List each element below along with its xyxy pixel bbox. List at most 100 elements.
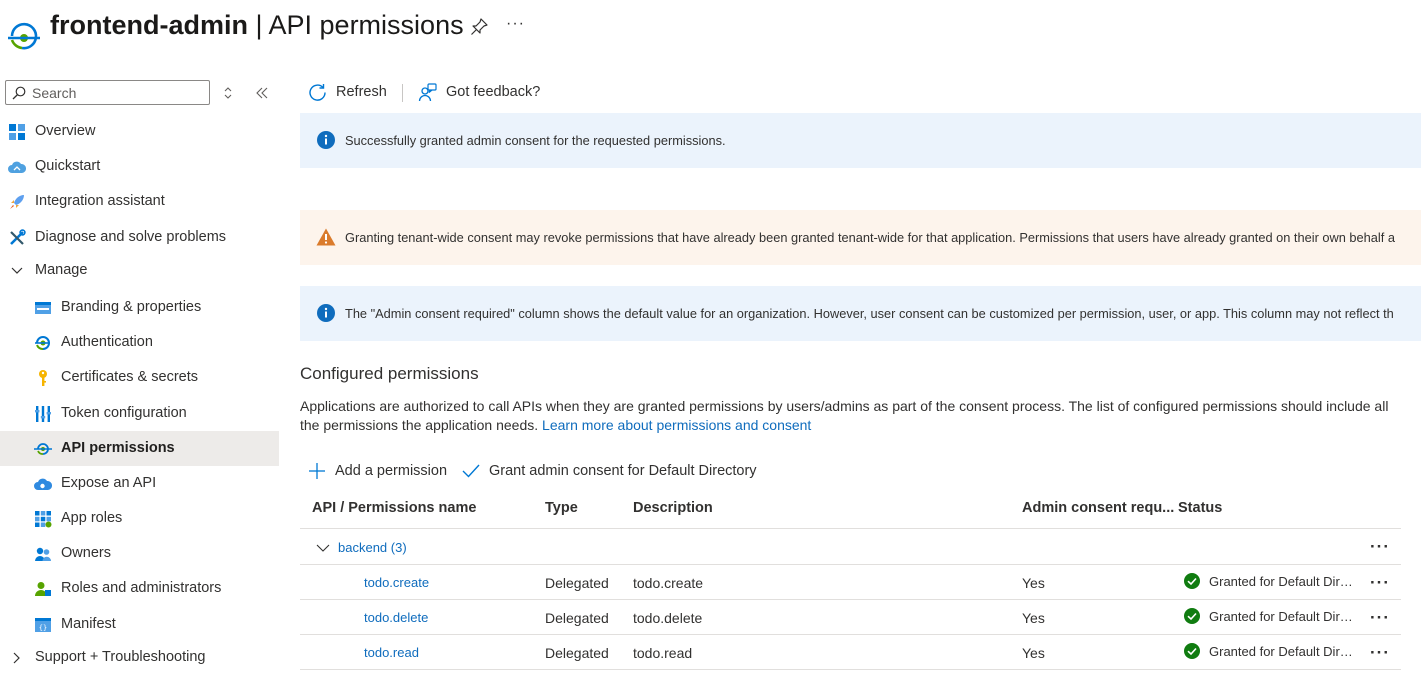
api-permissions-icon <box>34 443 52 455</box>
search-input[interactable] <box>32 83 202 102</box>
sidebar-item-api-permissions[interactable]: API permissions <box>0 431 279 466</box>
sidebar-item-owners[interactable]: Owners <box>0 536 279 571</box>
pin-icon[interactable] <box>470 18 488 36</box>
sidebar-item-label: Manage <box>35 262 88 278</box>
group-more-options-icon[interactable]: ··· <box>1370 537 1390 557</box>
refresh-button[interactable]: Refresh <box>308 78 387 106</box>
permission-name-link[interactable]: todo.read <box>364 645 419 660</box>
svg-text:{}: {} <box>39 624 47 632</box>
sidebar-item-label: App roles <box>61 510 123 526</box>
column-header-name[interactable]: API / Permissions name <box>312 500 476 516</box>
permission-name-link[interactable]: todo.delete <box>364 610 428 625</box>
feedback-icon <box>418 82 437 101</box>
column-header-admin-consent[interactable]: Admin consent requ... <box>1022 500 1174 516</box>
status-cell: Granted for Default Directory <box>1184 573 1359 589</box>
success-banner-text: Successfully granted admin consent for t… <box>345 133 726 148</box>
table-row: todo.delete Delegated todo.delete Yes Gr… <box>300 599 1401 634</box>
refresh-icon <box>309 83 326 101</box>
toolbar-divider <box>402 84 403 102</box>
permission-description: todo.create <box>633 575 704 591</box>
row-more-options-icon[interactable]: ··· <box>1370 643 1390 663</box>
admin-consent-info-banner: The "Admin consent required" column show… <box>300 286 1421 341</box>
sidebar-item-certificates[interactable]: Certificates & secrets <box>0 360 279 395</box>
permission-type: Delegated <box>545 645 609 661</box>
sidebar-item-label: Token configuration <box>61 405 187 421</box>
column-header-type[interactable]: Type <box>545 500 578 516</box>
description-text: Applications are authorized to call APIs… <box>300 398 1389 433</box>
sidebar-item-label: Support + Troubleshooting <box>35 649 206 665</box>
table-row: todo.read Delegated todo.read Yes Grante… <box>300 634 1401 669</box>
refresh-label: Refresh <box>336 84 387 100</box>
sidebar-item-label: Roles and administrators <box>61 580 222 596</box>
sidebar-item-expose-api[interactable]: Expose an API <box>0 466 279 501</box>
status-text: Granted for Default Directory <box>1209 573 1359 589</box>
permission-type: Delegated <box>545 610 609 626</box>
rocket-icon <box>10 195 24 209</box>
sidebar-item-diagnose[interactable]: Diagnose and solve problems <box>0 220 279 255</box>
sidebar-item-quickstart[interactable]: Quickstart <box>0 149 279 184</box>
sidebar-group-support[interactable]: Support + Troubleshooting <box>0 640 279 673</box>
feedback-label: Got feedback? <box>446 84 541 100</box>
checkmark-icon <box>462 464 480 478</box>
status-text: Granted for Default Directory <box>1209 643 1359 659</box>
plus-icon <box>309 463 325 479</box>
status-text: Granted for Default Directory <box>1209 608 1359 624</box>
info-icon <box>317 304 335 322</box>
cloud-expose-icon <box>34 478 52 490</box>
token-bars-icon <box>35 406 51 422</box>
sort-icon[interactable] <box>222 86 234 100</box>
sidebar-item-label: Quickstart <box>35 158 101 174</box>
add-permission-label: Add a permission <box>335 463 448 479</box>
feedback-button[interactable]: Got feedback? <box>418 78 540 106</box>
chevron-down-icon <box>11 267 23 274</box>
title-separator: | <box>247 10 269 40</box>
sidebar-item-manifest[interactable]: {} Manifest <box>0 607 279 642</box>
learn-more-link[interactable]: Learn more about permissions and consent <box>542 417 811 433</box>
sidebar-item-integration-assistant[interactable]: Integration assistant <box>0 184 279 219</box>
column-header-status[interactable]: Status <box>1178 500 1222 516</box>
admin-consent-required: Yes <box>1022 575 1045 591</box>
column-header-description[interactable]: Description <box>633 500 713 516</box>
sidebar-item-roles-administrators[interactable]: Roles and administrators <box>0 571 279 606</box>
overview-grid-icon <box>9 124 25 140</box>
sidebar-group-manage[interactable]: Manage <box>0 253 279 288</box>
sidebar-item-token-configuration[interactable]: Token configuration <box>0 396 279 431</box>
sidebar: Overview Quickstart Integration assistan… <box>0 76 279 673</box>
sidebar-item-label: Certificates & secrets <box>61 369 198 385</box>
sidebar-item-label: Owners <box>61 545 111 561</box>
sidebar-item-label: Branding & properties <box>61 299 202 315</box>
success-check-icon <box>1184 608 1200 624</box>
chevron-down-icon[interactable] <box>316 541 330 555</box>
sidebar-item-app-roles[interactable]: App roles <box>0 501 279 536</box>
status-cell: Granted for Default Directory <box>1184 643 1359 659</box>
page-header: frontend-admin | API permissions ··· <box>0 0 1421 62</box>
sidebar-item-label: API permissions <box>61 440 175 456</box>
sidebar-item-branding[interactable]: Branding & properties <box>0 290 279 325</box>
table-bottom-divider <box>300 669 1401 670</box>
collapse-sidebar-icon[interactable] <box>254 85 270 101</box>
row-more-options-icon[interactable]: ··· <box>1370 573 1390 593</box>
grant-admin-consent-button[interactable]: Grant admin consent for Default Director… <box>462 460 757 482</box>
permission-description: todo.read <box>633 645 693 661</box>
admin-consent-required: Yes <box>1022 610 1045 626</box>
more-options-icon[interactable]: ··· <box>506 15 525 33</box>
roles-admin-icon <box>35 582 51 596</box>
sidebar-item-label: Diagnose and solve problems <box>35 229 227 245</box>
sidebar-item-authentication[interactable]: Authentication <box>0 325 279 360</box>
sidebar-item-overview[interactable]: Overview <box>0 114 279 149</box>
row-more-options-icon[interactable]: ··· <box>1370 608 1390 628</box>
wrench-icon <box>10 229 26 245</box>
add-permission-button[interactable]: Add a permission <box>308 460 447 482</box>
app-registration-icon <box>8 22 40 50</box>
sidebar-item-label: Authentication <box>61 334 153 350</box>
sidebar-item-label: Manifest <box>61 616 116 632</box>
search-box[interactable] <box>5 80 210 105</box>
warning-banner: Granting tenant-wide consent may revoke … <box>300 210 1421 265</box>
sidebar-item-label: Integration assistant <box>35 193 165 209</box>
sidebar-item-label: Overview <box>35 123 96 139</box>
permission-name-link[interactable]: todo.create <box>364 575 429 590</box>
api-group-link[interactable]: backend (3) <box>338 540 407 555</box>
section-description: Applications are authorized to call APIs… <box>300 397 1400 435</box>
info-icon <box>317 131 335 149</box>
branding-icon <box>35 302 51 314</box>
